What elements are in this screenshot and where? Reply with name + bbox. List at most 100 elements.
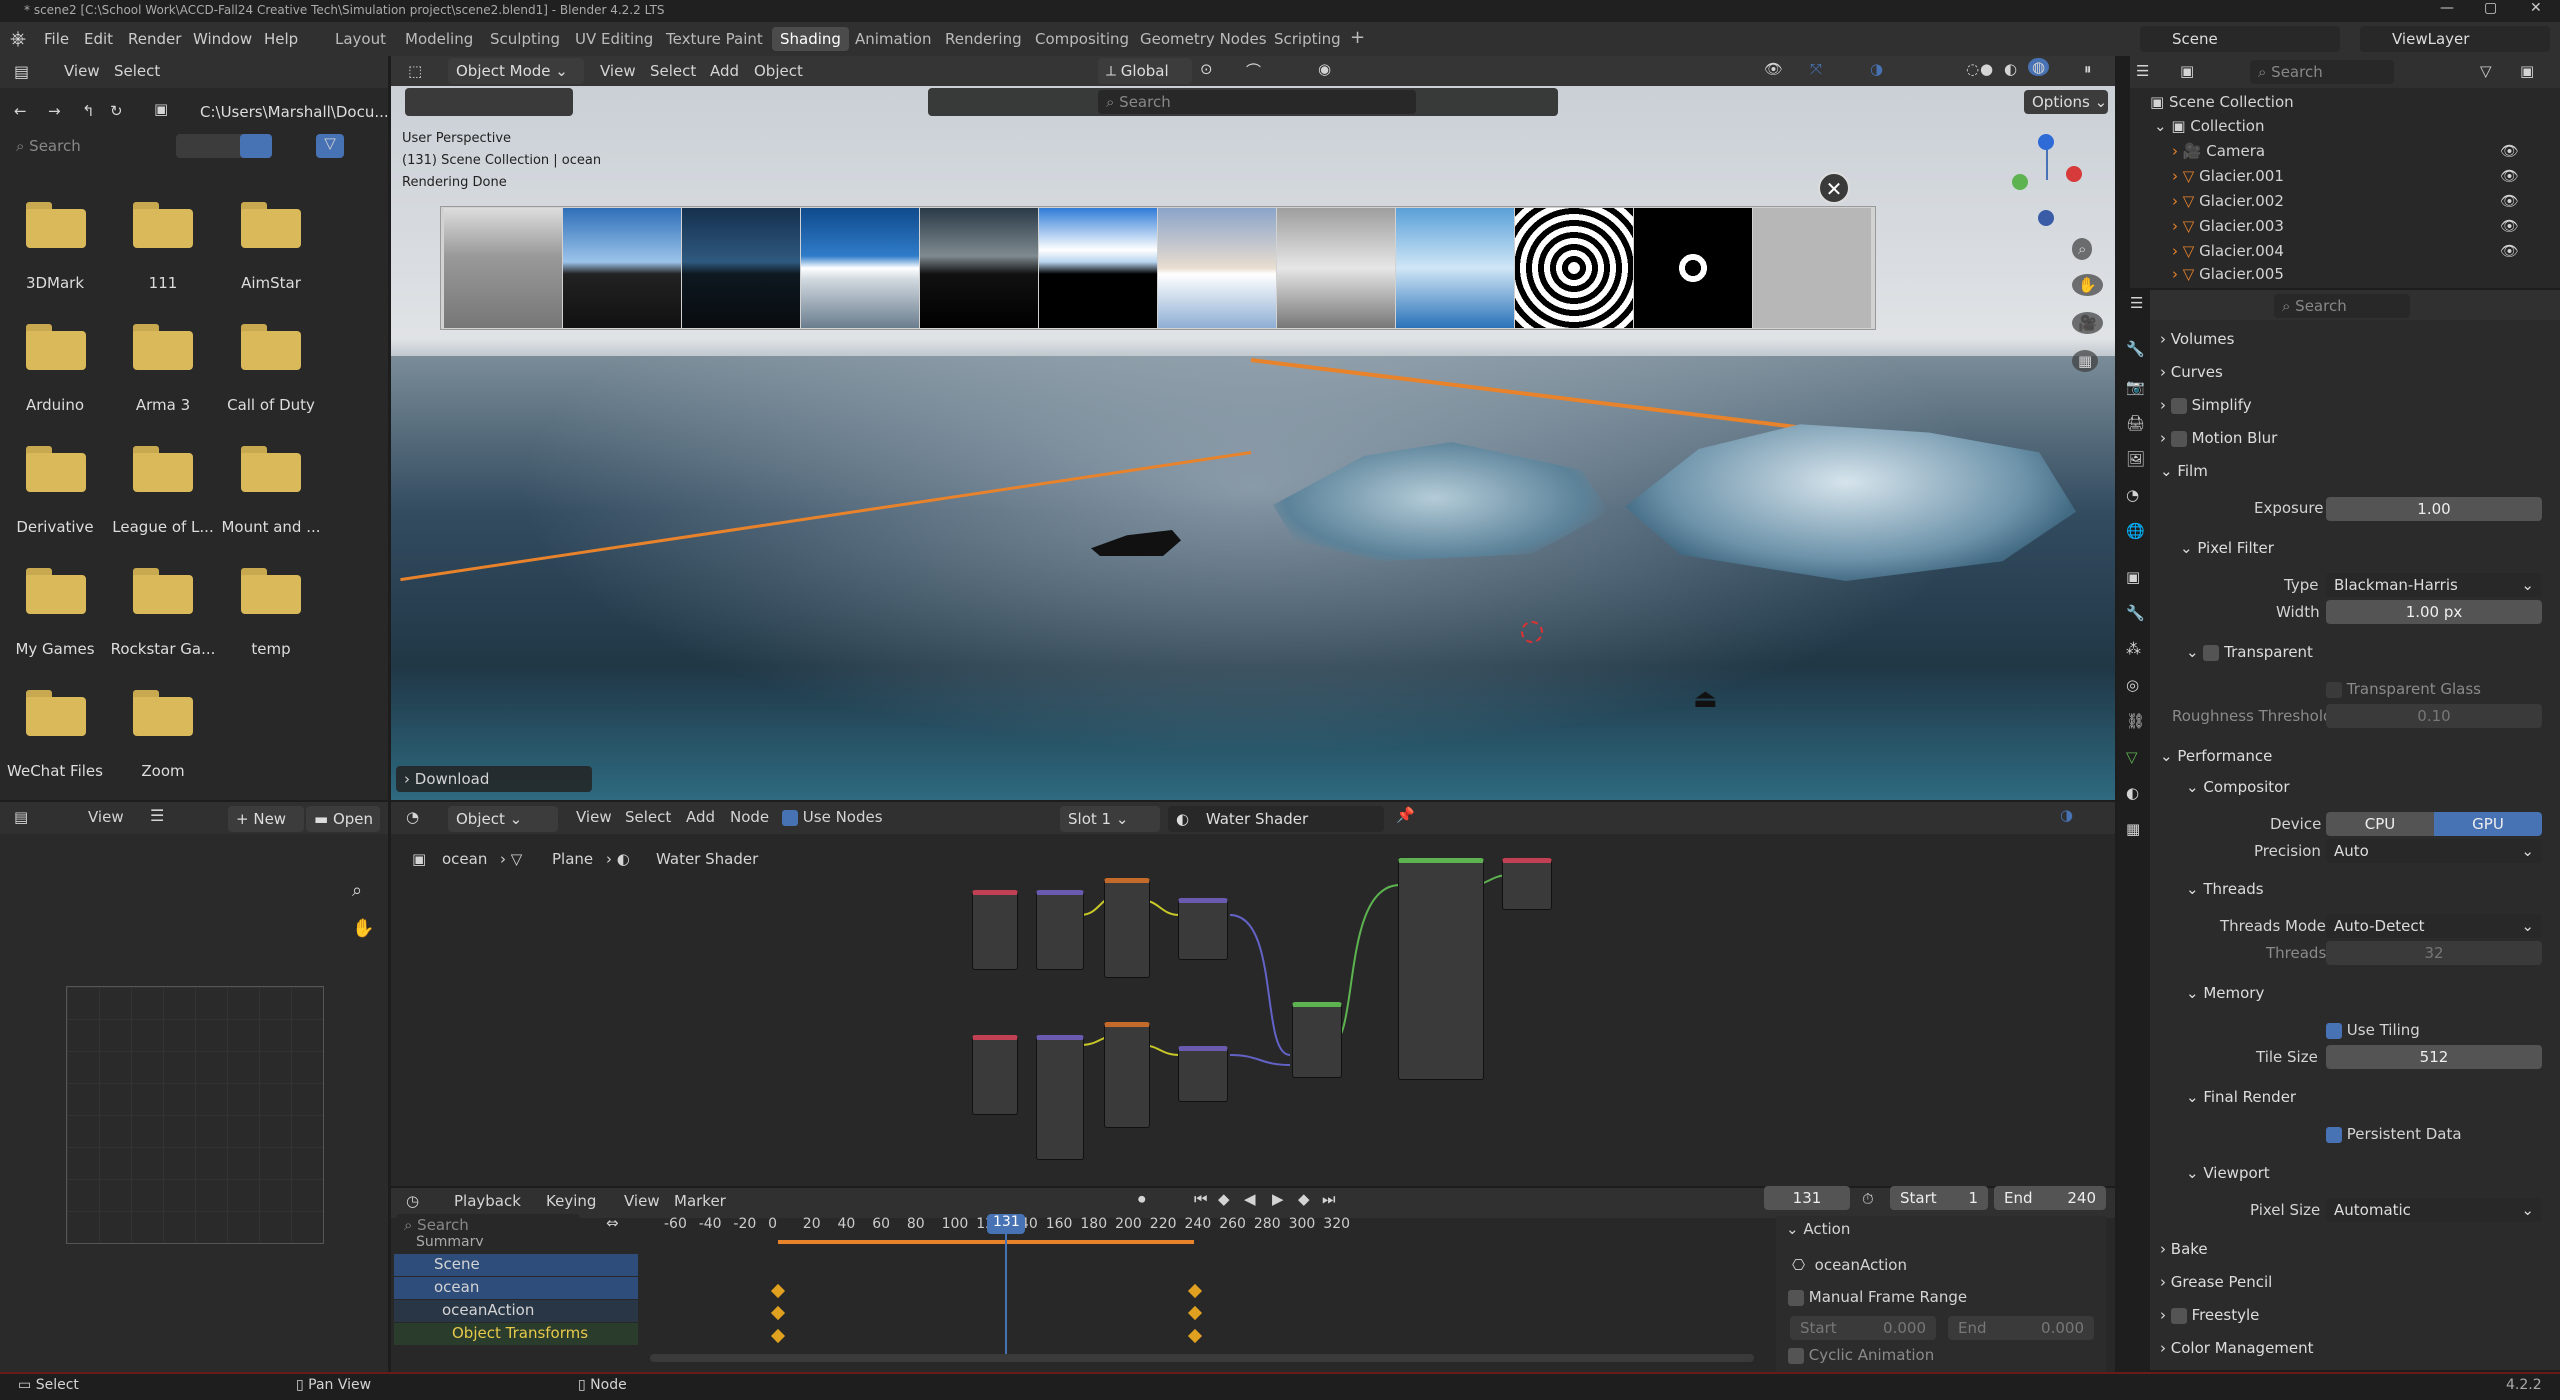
- outliner-root[interactable]: ▣ Scene Collection: [2146, 90, 2526, 114]
- principled-bsdf-node[interactable]: [1398, 858, 1484, 1080]
- display-mode-icon[interactable]: ▣: [2180, 62, 2194, 80]
- outliner-item[interactable]: › ▽ Glacier.002: [2146, 189, 2526, 213]
- vp-search-input[interactable]: ⌕ Search: [1098, 90, 1416, 114]
- eye-icon[interactable]: 👁: [2500, 142, 2519, 160]
- keying-menu[interactable]: Keying: [546, 1192, 596, 1210]
- close-strip-icon[interactable]: ✕: [1818, 172, 1850, 204]
- use-nodes-checkbox[interactable]: Use Nodes: [782, 808, 883, 826]
- folder-icon[interactable]: [241, 568, 301, 614]
- menu-edit[interactable]: Edit: [84, 30, 113, 48]
- motion-blur-check[interactable]: [2170, 430, 2187, 447]
- shader-type-dropdown[interactable]: Object ⌄: [448, 806, 558, 832]
- folder-icon[interactable]: [133, 690, 193, 736]
- tab-uv-editing[interactable]: UV Editing: [575, 30, 653, 48]
- proportional-edit-icon[interactable]: ◉: [1318, 60, 1331, 78]
- y-axis-icon[interactable]: [2012, 174, 2028, 190]
- section-grease-pencil[interactable]: › Grease Pencil: [2160, 1273, 2272, 1291]
- viewlayer-selector[interactable]: ViewLayer: [2360, 26, 2550, 52]
- output-tab-icon[interactable]: 🖨: [2126, 414, 2145, 432]
- zoom-icon[interactable]: ⌕: [352, 880, 362, 901]
- current-frame-field[interactable]: 131: [1764, 1186, 1850, 1210]
- hdri-thumbnail[interactable]: [920, 208, 1038, 328]
- channel-ocean[interactable]: ocean: [394, 1277, 638, 1299]
- channel-action[interactable]: oceanAction: [394, 1300, 638, 1322]
- simplify-check[interactable]: [2170, 397, 2187, 414]
- tab-geometry-nodes[interactable]: Geometry Nodes: [1140, 30, 1267, 48]
- tool-tab-icon[interactable]: 🔧: [2126, 340, 2145, 358]
- pixel-size-dropdown[interactable]: Automatic ⌄: [2326, 1198, 2542, 1222]
- filter-icon[interactable]: ▽: [2480, 62, 2492, 80]
- tab-layout[interactable]: Layout: [335, 30, 386, 48]
- cyclic-animation-checkbox[interactable]: Cyclic Animation: [1788, 1346, 1934, 1368]
- menu-file[interactable]: File: [44, 30, 69, 48]
- vp-select-menu[interactable]: Select: [650, 62, 696, 80]
- playhead[interactable]: [1005, 1214, 1008, 1360]
- channel-object-transforms[interactable]: Object Transforms: [394, 1323, 638, 1345]
- vp-object-menu[interactable]: Object: [754, 62, 803, 80]
- fb-select-menu[interactable]: Select: [114, 62, 160, 80]
- editor-type-icon[interactable]: ▤: [14, 62, 29, 81]
- playhead-frame-badge[interactable]: 131: [987, 1214, 1026, 1234]
- exposure-field[interactable]: 1.00: [2326, 497, 2542, 521]
- outliner-search-input[interactable]: ⌕ Search: [2250, 60, 2394, 84]
- hdri-thumbnail[interactable]: [1753, 208, 1871, 328]
- camera-object-icon[interactable]: ⏏: [1693, 684, 1718, 714]
- section-viewport[interactable]: ⌄ Viewport: [2186, 1164, 2270, 1182]
- hdri-thumbnail[interactable]: [1634, 208, 1752, 328]
- sh-node-menu[interactable]: Node: [730, 808, 769, 826]
- folder-icon[interactable]: [241, 324, 301, 370]
- precision-dropdown[interactable]: Auto ⌄: [2326, 839, 2542, 863]
- texture-coord-node[interactable]: [972, 890, 1018, 970]
- editor-type-icon[interactable]: ⬚: [408, 62, 422, 80]
- solid-shading-icon[interactable]: ●: [1980, 60, 1993, 78]
- bump-node[interactable]: [1178, 898, 1228, 960]
- use-tiling-checkbox[interactable]: Use Tiling: [2326, 1021, 2420, 1039]
- refresh-icon[interactable]: ↻: [110, 102, 123, 120]
- view-layer-tab-icon[interactable]: 🖼: [2126, 450, 2145, 468]
- z-axis-icon[interactable]: [2038, 134, 2054, 150]
- tab-texture-paint[interactable]: Texture Paint: [666, 30, 763, 48]
- outliner-item[interactable]: › 🎥 Camera: [2146, 139, 2526, 163]
- 3d-viewport[interactable]: ⏏: [391, 56, 2115, 800]
- parent-dir-icon[interactable]: ↰: [82, 102, 95, 120]
- vp-add-menu[interactable]: Add: [710, 62, 739, 80]
- outliner-item[interactable]: › ▽ Glacier.005: [2146, 264, 2526, 284]
- overlay-icon[interactable]: ◑: [2060, 806, 2073, 824]
- maximize-button[interactable]: ▢: [2484, 0, 2497, 16]
- tab-scripting[interactable]: Scripting: [1274, 30, 1341, 48]
- new-collection-icon[interactable]: ▣: [2520, 62, 2534, 80]
- folder-icon[interactable]: [26, 446, 86, 492]
- jump-end-icon[interactable]: ⏭: [1322, 1190, 1336, 1208]
- modifier-tab-icon[interactable]: 🔧: [2126, 604, 2145, 622]
- hdri-thumbnail[interactable]: [1158, 208, 1276, 328]
- folder-icon[interactable]: [26, 690, 86, 736]
- pin-icon[interactable]: 📌: [1396, 806, 1415, 824]
- next-keyframe-icon[interactable]: ◆: [1298, 1190, 1310, 1208]
- forward-icon[interactable]: →: [48, 102, 61, 120]
- prev-keyframe-icon[interactable]: ◆: [1218, 1190, 1230, 1208]
- transparent-glass-checkbox[interactable]: Transparent Glass: [2326, 680, 2481, 698]
- camera-view-icon[interactable]: 🎥: [2072, 312, 2103, 334]
- tab-shading[interactable]: Shading: [772, 27, 849, 51]
- new-image-button[interactable]: + New: [228, 806, 304, 832]
- back-icon[interactable]: ←: [14, 102, 27, 120]
- outliner-item[interactable]: › ▽ Glacier.001: [2146, 164, 2526, 188]
- mapping-node[interactable]: [1036, 890, 1084, 970]
- fb-path-field[interactable]: C:\Users\Marshall\Docu...: [192, 99, 389, 125]
- hdri-thumbnail[interactable]: [1396, 208, 1514, 328]
- wave-texture-node[interactable]: [1104, 1022, 1150, 1128]
- grid-view-icon[interactable]: ▦: [2072, 350, 2099, 372]
- vp-view-menu[interactable]: View: [600, 62, 636, 80]
- section-simplify[interactable]: › Simplify: [2160, 396, 2252, 414]
- outliner-item[interactable]: › ▽ Glacier.004: [2146, 239, 2526, 263]
- slot-dropdown[interactable]: Slot 1 ⌄: [1060, 806, 1160, 832]
- folder-icon[interactable]: [241, 446, 301, 492]
- hand-icon[interactable]: ✋: [352, 918, 374, 939]
- material-output-node[interactable]: [1502, 858, 1552, 910]
- download-panel[interactable]: › Download: [396, 766, 592, 792]
- editor-type-icon[interactable]: ◔: [406, 808, 419, 826]
- threads-mode-dropdown[interactable]: Auto-Detect ⌄: [2326, 914, 2542, 938]
- folder-icon[interactable]: [26, 568, 86, 614]
- thumbnail-mode-icon[interactable]: [240, 134, 272, 158]
- tile-size-field[interactable]: 512: [2326, 1045, 2542, 1069]
